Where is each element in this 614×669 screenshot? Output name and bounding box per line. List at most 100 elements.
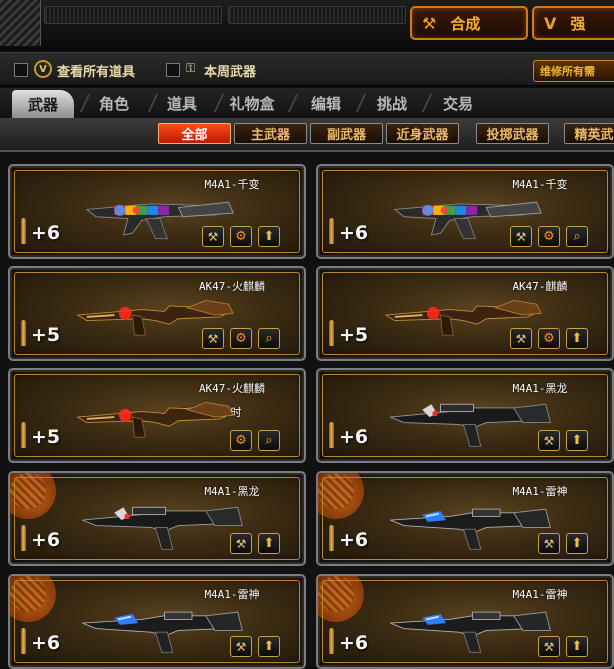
tab-edit[interactable]: 编辑	[290, 90, 362, 116]
search-icon[interactable]: ⌕	[258, 430, 280, 451]
category-melee[interactable]: 近身武器	[386, 123, 459, 144]
gear-icon[interactable]: ⚙	[538, 328, 560, 349]
tab-label: 角色	[98, 94, 129, 113]
enhance-button[interactable]: V 强	[532, 6, 614, 40]
weapon-card[interactable]: AK47-火麒麟5天 21小时+5 ⚙⌕	[8, 368, 306, 463]
category-throwing[interactable]: 投掷武器	[476, 123, 549, 144]
top-bar-right	[228, 6, 406, 24]
bullet-icon	[329, 628, 334, 654]
category-label: 精英武	[574, 128, 614, 143]
gear-icon[interactable]: ⚙	[230, 226, 252, 247]
top-bar-left	[44, 6, 222, 24]
weapon-level: +6	[339, 426, 369, 448]
weekly-checkbox[interactable]	[166, 63, 180, 77]
tab-label: 道具	[166, 94, 197, 113]
filter-row: V 查看所有道具 ⚿ 本周武器 维修所有需	[0, 52, 614, 86]
tab-gift-box[interactable]: 礼物盒	[216, 90, 288, 116]
category-label: 投掷武器	[486, 128, 539, 143]
tab-weapons[interactable]: 武器	[12, 90, 74, 118]
bullet-icon	[21, 320, 26, 346]
gun-image	[390, 508, 551, 550]
bullet-icon	[329, 218, 334, 244]
top-metal-decoration	[0, 0, 41, 46]
weapon-level: +6	[339, 632, 369, 654]
enhance-label: 强	[570, 14, 586, 33]
view-all-label: 查看所有道具	[57, 65, 136, 80]
weapon-card[interactable]: M4A1-雷神 +6 ⚒ ⬆	[8, 574, 306, 669]
weapon-card[interactable]: M4A1-千变 +6 ⚒ ⚙ ⬆	[8, 164, 306, 259]
weapon-card[interactable]: M4A1-千变 +6 ⚒ ⚙ ⌕	[316, 164, 614, 259]
gun-image	[390, 403, 551, 447]
tab-label: 挑战	[376, 94, 407, 113]
gear-icon[interactable]: ⚙	[230, 430, 252, 451]
wrench-icon[interactable]: ⚒	[510, 226, 532, 247]
wrench-icon[interactable]: ⚒	[538, 533, 560, 554]
view-all-checkbox[interactable]	[14, 63, 28, 77]
tab-bar: 武器 角色 道具 礼物盒 编辑 挑战 交易	[0, 88, 614, 118]
weekly-label: 本周武器	[204, 65, 257, 80]
gear-icon[interactable]: ⚙	[538, 226, 560, 247]
upgrade-icon[interactable]: ⬆	[258, 533, 280, 554]
repair-all-label: 维修所有需	[540, 65, 595, 78]
tab-label: 武器	[27, 95, 58, 114]
wrench-icon[interactable]: ⚒	[202, 328, 224, 349]
category-elite[interactable]: 精英武	[564, 123, 614, 144]
upgrade-icon[interactable]: ⬆	[566, 328, 588, 349]
weapon-card[interactable]: M4A1-黑龙 +6 ⚒ ⬆	[316, 368, 614, 463]
tab-trade[interactable]: 交易	[422, 90, 494, 116]
weapon-card[interactable]: AK47-火麒麟 +5 ⚒ ⚙ ⌕	[8, 266, 306, 361]
combine-label: 合成	[450, 14, 481, 33]
upgrade-icon[interactable]: ⬆	[566, 430, 588, 451]
lock-icon: ⚿	[186, 61, 196, 75]
wrench-icon[interactable]: ⚒	[538, 636, 560, 657]
category-secondary[interactable]: 副武器	[310, 123, 383, 144]
bullet-icon	[329, 320, 334, 346]
category-label: 副武器	[326, 128, 366, 143]
search-icon[interactable]: ⌕	[258, 328, 280, 349]
tab-challenge[interactable]: 挑战	[356, 90, 428, 116]
weapon-level: +5	[339, 324, 369, 346]
bullet-icon	[21, 218, 26, 244]
top-strip: ⚒ 合成 V 强	[0, 0, 614, 50]
weapon-card[interactable]: AK47-麒麟 +5 ⚒ ⚙ ⬆	[316, 266, 614, 361]
bullet-icon	[21, 628, 26, 654]
wrench-icon[interactable]: ⚒	[538, 430, 560, 451]
bullet-icon	[329, 422, 334, 448]
upgrade-icon[interactable]: ⬆	[258, 636, 280, 657]
category-label: 主武器	[250, 128, 290, 143]
weapon-card[interactable]: M4A1-雷神 +6 ⚒ ⬆	[316, 471, 614, 566]
v-icon: V	[544, 13, 557, 33]
wrench-icon[interactable]: ⚒	[202, 226, 224, 247]
wrench-icon[interactable]: ⚒	[510, 328, 532, 349]
bullet-icon	[21, 422, 26, 448]
bullet-icon	[329, 525, 334, 551]
gun-image	[390, 611, 551, 653]
repair-all-button[interactable]: 维修所有需	[533, 60, 614, 82]
wrench-icon: ⚒	[422, 13, 437, 33]
tab-label: 礼物盒	[229, 94, 275, 113]
upgrade-icon[interactable]: ⬆	[566, 533, 588, 554]
wrench-icon[interactable]: ⚒	[230, 533, 252, 554]
upgrade-icon[interactable]: ⬆	[566, 636, 588, 657]
vip-icon: V	[34, 60, 52, 78]
upgrade-icon[interactable]: ⬆	[258, 226, 280, 247]
tab-label: 编辑	[310, 94, 341, 113]
weapon-card[interactable]: M4A1-雷神 +6 ⚒ ⬆	[316, 574, 614, 669]
gear-icon[interactable]: ⚙	[230, 328, 252, 349]
weapon-card[interactable]: M4A1-黑龙 +6 ⚒ ⬆	[8, 471, 306, 566]
combine-button[interactable]: ⚒ 合成	[410, 6, 528, 40]
category-primary[interactable]: 主武器	[234, 123, 307, 144]
tab-character[interactable]: 角色	[78, 90, 150, 116]
weapon-level: +6	[339, 529, 369, 551]
weapon-level: +6	[31, 529, 61, 551]
wrench-icon[interactable]: ⚒	[230, 636, 252, 657]
category-label: 全部	[181, 128, 208, 143]
category-all[interactable]: 全部	[158, 123, 231, 144]
category-label: 近身武器	[396, 128, 449, 143]
gun-image	[76, 401, 234, 438]
tab-label: 交易	[442, 94, 473, 113]
gun-image	[82, 611, 243, 653]
search-icon[interactable]: ⌕	[566, 226, 588, 247]
tab-items[interactable]: 道具	[146, 90, 218, 116]
weapon-level: +6	[31, 632, 61, 654]
